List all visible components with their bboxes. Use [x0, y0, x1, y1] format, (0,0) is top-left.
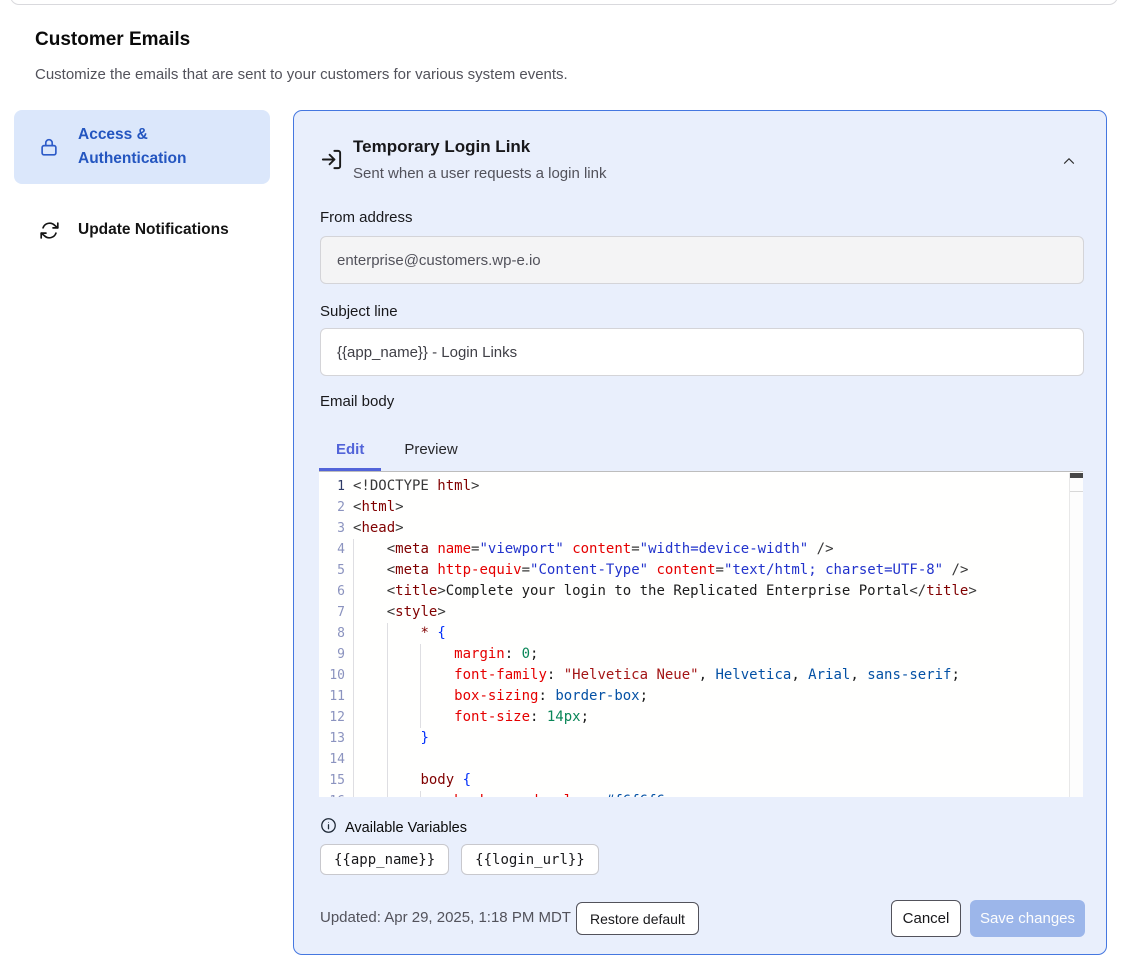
line-number: 8 [319, 623, 353, 644]
panel-title: Temporary Login Link [353, 137, 530, 157]
lock-icon [38, 136, 60, 158]
page-title: Customer Emails [35, 29, 190, 51]
line-number: 9 [319, 644, 353, 665]
code-line: 3<head> [319, 518, 1069, 539]
refresh-icon [38, 219, 60, 241]
line-number: 11 [319, 686, 353, 707]
line-number: 16 [319, 791, 353, 797]
tab-edit[interactable]: Edit [319, 431, 381, 471]
line-number: 1 [319, 476, 353, 497]
code-line: 11 box-sizing: border-box; [319, 686, 1069, 707]
code-line: 14 [319, 749, 1069, 770]
variable-chips: {{app_name}} {{login_url}} [320, 844, 599, 875]
chevron-up-icon [1060, 152, 1078, 173]
sidebar-item-label: Access & Authentication [78, 123, 210, 171]
cancel-button[interactable]: Cancel [891, 900, 961, 937]
available-variables-label: Available Variables [345, 820, 467, 836]
code-line: 16 background-color: #f6f6f6; [319, 791, 1069, 797]
subject-line-label: Subject line [320, 303, 398, 320]
line-number: 2 [319, 497, 353, 518]
email-body-label: Email body [320, 393, 394, 410]
code-line: 8 * { [319, 623, 1069, 644]
code-line: 13 } [319, 728, 1069, 749]
updated-timestamp: Updated: Apr 29, 2025, 1:18 PM MDT [320, 909, 571, 926]
variable-chip-login-url[interactable]: {{login_url}} [461, 844, 599, 875]
code-line: 9 margin: 0; [319, 644, 1069, 665]
line-number: 14 [319, 749, 353, 770]
code-line: 1<!DOCTYPE html> [319, 476, 1069, 497]
scrollbar-divider [1070, 491, 1083, 492]
sidebar-item-access-authentication[interactable]: Access & Authentication [14, 110, 270, 184]
code-line: 10 font-family: "Helvetica Neue", Helvet… [319, 665, 1069, 686]
code-line: 15 body { [319, 770, 1069, 791]
line-number: 10 [319, 665, 353, 686]
code-line: 12 font-size: 14px; [319, 707, 1069, 728]
line-number: 12 [319, 707, 353, 728]
line-number: 13 [319, 728, 353, 749]
line-number: 6 [319, 581, 353, 602]
line-number: 4 [319, 539, 353, 560]
scrollbar-thumb[interactable] [1070, 473, 1083, 478]
line-number: 7 [319, 602, 353, 623]
code-line: 4 <meta name="viewport" content="width=d… [319, 539, 1069, 560]
info-icon [320, 817, 337, 839]
collapse-panel-button[interactable] [1054, 149, 1084, 175]
temporary-login-link-panel: Temporary Login Link Sent when a user re… [293, 110, 1107, 955]
from-address-label: From address [320, 209, 413, 226]
code-line: 7 <style> [319, 602, 1069, 623]
code-line: 6 <title>Complete your login to the Repl… [319, 581, 1069, 602]
available-variables-header: Available Variables [320, 817, 467, 839]
customer-emails-page: Customer Emails Customize the emails tha… [0, 0, 1128, 980]
log-in-icon [320, 148, 343, 176]
save-changes-button[interactable]: Save changes [970, 900, 1085, 937]
line-number: 3 [319, 518, 353, 539]
from-address-input[interactable] [320, 236, 1084, 284]
subject-line-input[interactable] [320, 328, 1084, 376]
sidebar-item-label: Update Notifications [78, 218, 229, 242]
restore-default-button[interactable]: Restore default [576, 902, 699, 935]
email-body-tabs: Edit Preview [319, 431, 475, 471]
previous-card-bottom-edge [10, 0, 1118, 5]
tab-preview[interactable]: Preview [387, 431, 474, 471]
code-rows: 1<!DOCTYPE html>2<html>3<head>4 <meta na… [319, 472, 1069, 797]
page-subtitle: Customize the emails that are sent to yo… [35, 66, 568, 83]
line-number: 5 [319, 560, 353, 581]
panel-subtitle: Sent when a user requests a login link [353, 165, 606, 182]
sidebar: Access & Authentication Update Notificat… [14, 110, 270, 256]
code-line: 2<html> [319, 497, 1069, 518]
line-number: 15 [319, 770, 353, 791]
editor-scrollbar[interactable] [1069, 473, 1083, 797]
sidebar-item-update-notifications[interactable]: Update Notifications [14, 204, 270, 256]
code-line: 5 <meta http-equiv="Content-Type" conten… [319, 560, 1069, 581]
code-editor[interactable]: 1<!DOCTYPE html>2<html>3<head>4 <meta na… [319, 471, 1083, 797]
variable-chip-app-name[interactable]: {{app_name}} [320, 844, 449, 875]
